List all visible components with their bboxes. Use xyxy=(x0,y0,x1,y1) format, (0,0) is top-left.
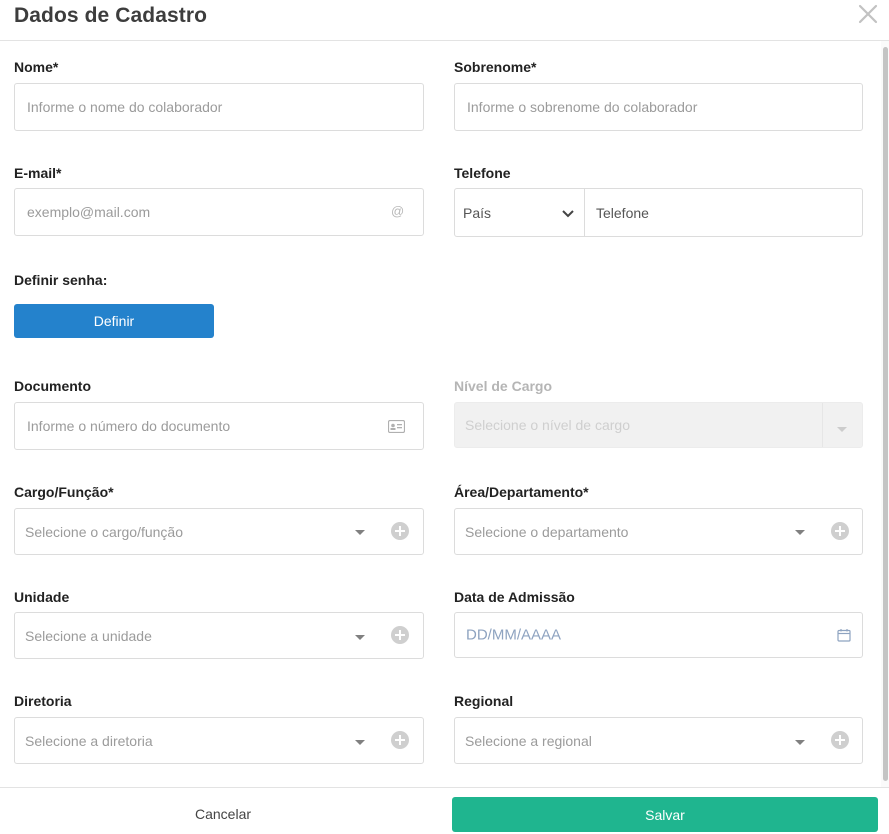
nivel-cargo-select[interactable]: Selecione o nível de cargo xyxy=(454,402,863,448)
sobrenome-input[interactable]: Informe o sobrenome do colaborador xyxy=(454,83,863,131)
telefone-label: Telefone xyxy=(454,165,511,181)
phone-placeholder: Telefone xyxy=(596,204,649,221)
add-cargo-icon[interactable] xyxy=(391,522,409,540)
email-placeholder: exemplo@mail.com xyxy=(27,204,151,220)
diretoria-select[interactable]: Selecione a diretoria xyxy=(14,717,424,764)
cargo-select[interactable]: Selecione o cargo/função xyxy=(14,508,424,555)
area-placeholder: Selecione o departamento xyxy=(465,523,629,540)
nome-placeholder: Informe o nome do colaborador xyxy=(27,99,223,115)
definir-button[interactable]: Definir xyxy=(14,304,214,338)
dialog-header: Dados de Cadastro xyxy=(0,0,889,41)
at-icon: @ xyxy=(391,203,405,219)
caret-down-icon xyxy=(795,530,805,535)
definir-senha-label: Definir senha: xyxy=(14,272,108,288)
save-button[interactable]: Salvar xyxy=(452,797,878,832)
dialog-footer: Cancelar Salvar xyxy=(0,787,889,834)
unidade-select[interactable]: Selecione a unidade xyxy=(14,612,424,659)
admissao-label: Data de Admissão xyxy=(454,589,575,605)
caret-down-icon xyxy=(795,740,805,745)
area-select[interactable]: Selecione o departamento xyxy=(454,508,863,555)
regional-select[interactable]: Selecione a regional xyxy=(454,717,863,764)
close-icon[interactable] xyxy=(857,3,879,25)
calendar-icon[interactable] xyxy=(837,628,851,642)
caret-down-icon xyxy=(355,740,365,745)
unidade-placeholder: Selecione a unidade xyxy=(25,627,152,644)
regional-label: Regional xyxy=(454,693,514,709)
add-area-icon[interactable] xyxy=(831,522,849,540)
nome-label: Nome* xyxy=(14,59,59,75)
cargo-placeholder: Selecione o cargo/função xyxy=(25,523,183,540)
documento-input[interactable]: Informe o número do documento xyxy=(14,402,424,450)
cancel-button[interactable]: Cancelar xyxy=(14,797,432,831)
country-select[interactable]: País xyxy=(455,189,584,236)
phone-input[interactable]: Telefone xyxy=(585,189,862,236)
add-diretoria-icon[interactable] xyxy=(391,731,409,749)
id-card-icon xyxy=(388,420,405,433)
documento-placeholder: Informe o número do documento xyxy=(27,418,231,434)
nivel-cargo-divider xyxy=(822,403,823,447)
chevron-down-icon xyxy=(562,210,574,218)
nivel-cargo-label: Nível de Cargo xyxy=(454,378,553,394)
caret-down-icon xyxy=(355,530,365,535)
email-input[interactable]: exemplo@mail.com @ xyxy=(14,188,424,236)
nome-input[interactable]: Informe o nome do colaborador xyxy=(14,83,424,131)
regional-placeholder: Selecione a regional xyxy=(465,732,592,749)
caret-down-icon xyxy=(837,427,847,432)
unidade-label: Unidade xyxy=(14,589,70,605)
admissao-input[interactable]: DD/MM/AAAA xyxy=(454,612,863,658)
admissao-placeholder: DD/MM/AAAA xyxy=(466,626,562,644)
area-label: Área/Departamento* xyxy=(454,484,589,500)
diretoria-placeholder: Selecione a diretoria xyxy=(25,732,153,749)
diretoria-label: Diretoria xyxy=(14,693,72,709)
sobrenome-placeholder: Informe o sobrenome do colaborador xyxy=(467,99,698,115)
cargo-label: Cargo/Função* xyxy=(14,484,114,500)
add-regional-icon[interactable] xyxy=(831,731,849,749)
caret-down-icon xyxy=(355,635,365,640)
nivel-cargo-placeholder: Selecione o nível de cargo xyxy=(465,417,630,433)
dialog-title: Dados de Cadastro xyxy=(14,4,208,27)
country-placeholder: País xyxy=(463,204,492,221)
email-label: E-mail* xyxy=(14,165,62,181)
documento-label: Documento xyxy=(14,378,91,394)
sobrenome-label: Sobrenome* xyxy=(454,59,537,75)
scrollbar-thumb[interactable] xyxy=(883,47,888,781)
add-unidade-icon[interactable] xyxy=(391,626,409,644)
telefone-group: País Telefone xyxy=(454,188,863,237)
